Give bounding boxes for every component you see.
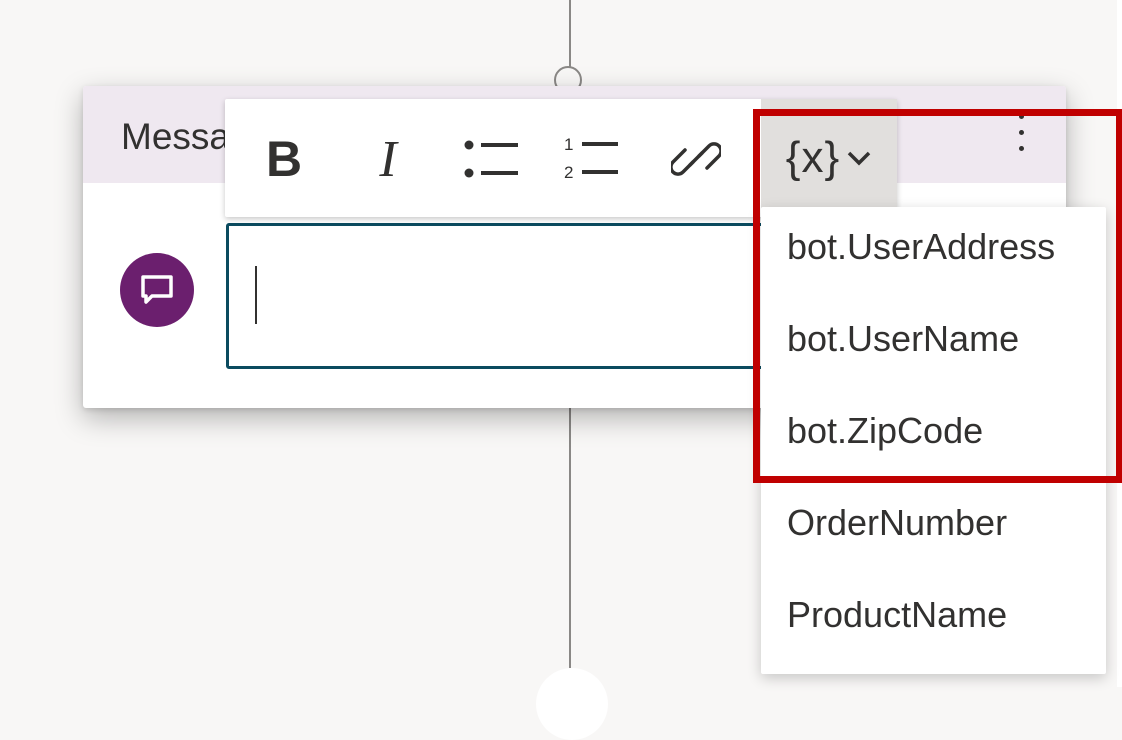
add-node-button[interactable]: [536, 668, 608, 740]
connector-line-top: [569, 0, 571, 72]
more-vertical-icon[interactable]: [1008, 108, 1036, 158]
svg-text:1: 1: [564, 135, 573, 154]
variable-option[interactable]: bot.UserAddress: [761, 201, 1106, 293]
bold-icon[interactable]: B: [239, 117, 329, 201]
insert-variable-button[interactable]: {x}: [761, 99, 897, 217]
formatting-toolbar: B I 1 2 {x}: [225, 99, 897, 217]
variable-option[interactable]: bot.UserName: [761, 293, 1106, 385]
variable-option[interactable]: bot.ZipCode: [761, 385, 1106, 477]
italic-icon[interactable]: I: [343, 117, 433, 201]
canvas-edge: [1117, 0, 1122, 687]
svg-text:2: 2: [564, 163, 573, 182]
variable-icon: {x}: [785, 133, 841, 182]
chevron-down-icon: [847, 151, 871, 166]
numbered-list-icon[interactable]: 1 2: [547, 117, 637, 201]
text-caret: [255, 266, 257, 324]
chat-bubble-icon: [120, 253, 194, 327]
connector-line-bottom: [569, 406, 571, 668]
variable-option[interactable]: ProductName: [761, 569, 1106, 661]
variable-dropdown: bot.UserAddress bot.UserName bot.ZipCode…: [761, 207, 1106, 674]
bulleted-list-icon[interactable]: [447, 117, 537, 201]
message-text-input[interactable]: [226, 223, 786, 369]
variable-option[interactable]: OrderNumber: [761, 477, 1106, 569]
link-icon[interactable]: [651, 117, 741, 201]
